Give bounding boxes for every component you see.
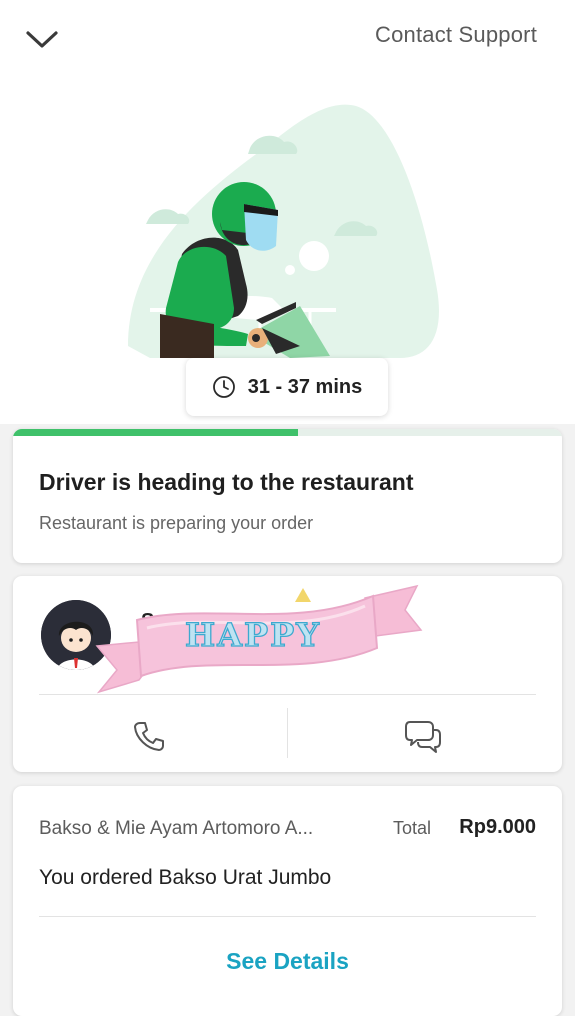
total-label: Total — [393, 818, 432, 838]
divider — [287, 708, 288, 758]
progress-fill — [13, 429, 299, 436]
happy-ribbon-sticker: HAPPY — [95, 580, 425, 700]
ordered-items: You ordered Bakso Urat Jumbo — [39, 866, 332, 889]
chat-bubbles-icon — [405, 721, 441, 753]
total-value: Rp9.000 — [459, 816, 536, 838]
order-status-card: Driver is heading to the restaurant Rest… — [13, 429, 562, 563]
order-summary-card: Bakso & Mie Ayam Artomoro A... Total Rp9… — [13, 786, 562, 1016]
see-details-link[interactable]: See Details — [13, 948, 562, 975]
chat-button[interactable] — [403, 716, 443, 756]
status-subtitle: Restaurant is preparing your order — [39, 513, 314, 533]
eta-text: 31 - 37 mins — [247, 375, 363, 398]
sticker-text: HAPPY — [185, 616, 321, 654]
chevron-down-icon[interactable] — [24, 24, 60, 54]
call-button[interactable] — [129, 716, 169, 756]
restaurant-name: Bakso & Mie Ayam Artomoro A... — [39, 818, 314, 839]
phone-icon — [134, 722, 164, 751]
clock-icon — [212, 376, 235, 398]
eta-badge: 31 - 37 mins — [186, 358, 388, 416]
top-bar: Contact Support — [0, 0, 575, 84]
contact-support-link[interactable]: Contact Support — [375, 22, 537, 48]
progress-bar — [13, 429, 562, 436]
status-title: Driver is heading to the restaurant — [39, 469, 414, 495]
divider — [39, 916, 536, 917]
